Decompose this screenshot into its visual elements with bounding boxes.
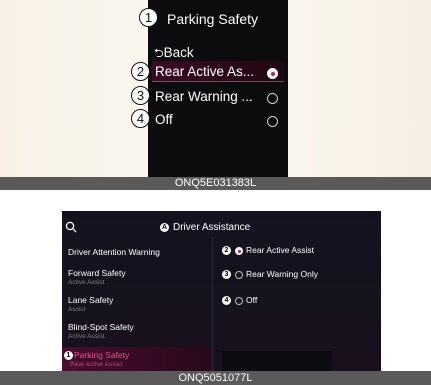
- back-arrow-icon: ⮌: [154, 46, 164, 60]
- figure-caption-1: ONQ5E031383L: [0, 177, 431, 190]
- callout-3: 3: [131, 86, 150, 105]
- screen-title: Driver Assistance: [173, 222, 251, 233]
- back-label: Back: [163, 45, 194, 60]
- option-rear-active-assist[interactable]: Rear Active Assist: [246, 245, 314, 255]
- figure-driver-assistance-screen: A Driver Assistance Driver Attention War…: [0, 191, 431, 385]
- callout-1: 1: [64, 351, 73, 360]
- figure-caption-2: ONQ5051077L: [0, 371, 431, 385]
- radio-rear-warning-only[interactable]: [235, 271, 243, 279]
- menu-item-lane-safety[interactable]: Lane Safety: [68, 295, 113, 305]
- callout-4: 4: [131, 109, 150, 128]
- screen-title: Parking Safety: [167, 11, 259, 27]
- option-off[interactable]: Off: [155, 112, 173, 127]
- radio-rear-warning[interactable]: [267, 93, 278, 104]
- radio-off[interactable]: [267, 116, 278, 127]
- callout-a: A: [160, 223, 169, 232]
- menu-item-blind-spot[interactable]: Blind-Spot Safety: [68, 322, 134, 332]
- menu-item-forward-safety-sub: Active Assist: [68, 279, 105, 286]
- menu-item-parking-safety[interactable]: Parking Safety: [74, 350, 129, 360]
- callout-1: 1: [139, 8, 158, 27]
- figure-parking-safety-closeup: 1 Parking Safety ⮌Back 2 Rear Active As.…: [0, 0, 431, 190]
- radio-off[interactable]: [235, 297, 243, 305]
- panel-divider: [212, 237, 213, 371]
- option-rear-warning[interactable]: Rear Warning ...: [155, 89, 253, 104]
- menu-item-parking-safety-sub: Rear Active Assist: [70, 361, 123, 368]
- option-off[interactable]: Off: [246, 295, 257, 305]
- option-rear-warning-only[interactable]: Rear Warning Only: [246, 269, 318, 279]
- dark-panel: [222, 351, 332, 371]
- callout-2: 2: [131, 62, 150, 81]
- menu-item-blind-spot-sub: Active Assist: [68, 333, 105, 340]
- callout-3: 3: [222, 270, 231, 279]
- callout-4: 4: [222, 296, 231, 305]
- radio-rear-active-assist[interactable]: [267, 68, 278, 79]
- search-icon[interactable]: [65, 221, 77, 233]
- menu-item-lane-safety-sub: Assist: [68, 306, 86, 313]
- menu-item-driver-attention[interactable]: Driver Attention Warning: [68, 247, 160, 257]
- radio-rear-active-assist[interactable]: [235, 247, 243, 255]
- option-rear-active-assist[interactable]: Rear Active As...: [155, 64, 254, 79]
- menu-item-forward-safety[interactable]: Forward Safety: [68, 268, 126, 278]
- callout-2: 2: [222, 246, 231, 255]
